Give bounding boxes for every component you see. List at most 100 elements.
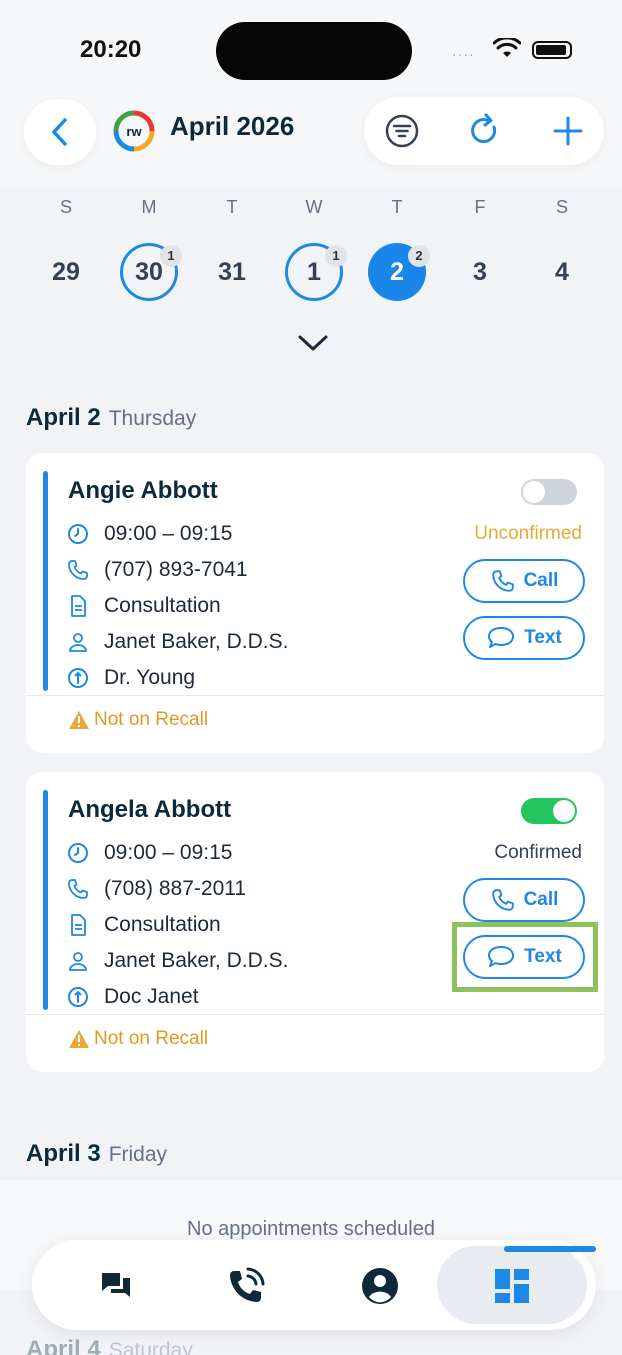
phone-row: (708) 887-2011: [66, 877, 246, 901]
appointment-count-badge: 2: [408, 245, 430, 267]
text-label: Text: [524, 627, 562, 648]
chevron-down-icon[interactable]: [297, 333, 329, 353]
divider: [26, 695, 604, 696]
section-date: April 2: [26, 404, 101, 431]
phone-number: (707) 893-7041: [104, 558, 248, 581]
appointment-type: Consultation: [104, 594, 221, 617]
weekday-label: M: [141, 197, 157, 217]
document-icon: [71, 914, 86, 936]
confirm-toggle[interactable]: [521, 479, 577, 505]
clock-icon: [68, 524, 88, 544]
section-weekday: Friday: [108, 1143, 168, 1166]
page-title: April 2026: [170, 111, 295, 141]
confirmation-status: Confirmed: [494, 842, 582, 863]
empty-state-text: No appointments scheduled: [187, 1218, 435, 1240]
date-29[interactable]: 29: [37, 243, 95, 301]
phone-number: (708) 887-2011: [104, 877, 247, 900]
plus-icon: [553, 116, 583, 146]
tab-messages[interactable]: [92, 1262, 140, 1310]
phone-icon: [68, 560, 88, 580]
appointment-time: 09:00 – 09:15: [104, 841, 233, 864]
patient-name: Angela Abbott: [68, 796, 232, 823]
person-icon: [69, 633, 87, 652]
account-circle-icon: [362, 1268, 398, 1304]
provider-row: Janet Baker, D.D.S.: [66, 630, 288, 654]
person-icon: [69, 952, 87, 971]
warning-icon: [69, 1030, 89, 1048]
back-button[interactable]: [24, 99, 96, 165]
operator-name: Dr. Young: [104, 666, 196, 689]
call-button[interactable]: Call: [463, 878, 585, 922]
section-weekday: Thursday: [108, 407, 197, 430]
chat-bubble-icon: [488, 627, 515, 648]
operator-row: Dr. Young: [66, 666, 195, 690]
status-time: 20:20: [80, 36, 142, 63]
phone-signal-icon: [230, 1267, 265, 1302]
wifi-icon: [493, 38, 521, 57]
appointment-type: Consultation: [104, 913, 221, 936]
battery-icon: [532, 41, 572, 59]
dashboard-icon: [495, 1269, 529, 1303]
time-row: 09:00 – 09:15: [66, 522, 232, 546]
operator-row: Doc Janet: [66, 985, 199, 1009]
add-appointment-button[interactable]: [548, 111, 588, 151]
phone-row: (707) 893-7041: [66, 558, 248, 582]
header-actions: [364, 97, 604, 165]
refresh-icon: [471, 113, 497, 144]
refresh-button[interactable]: [465, 111, 505, 151]
appointment-time: 09:00 – 09:15: [104, 522, 233, 545]
confirmation-status: Unconfirmed: [474, 523, 582, 544]
type-row: Consultation: [66, 913, 221, 937]
time-row: 09:00 – 09:15: [66, 841, 232, 865]
appointment-count-badge: 1: [325, 245, 347, 267]
appointment-card[interactable]: Angie Abbott Unconfirmed 09:00 – 09:15 (…: [26, 453, 604, 753]
weekday-label: F: [474, 197, 486, 217]
section-date: April 4: [26, 1336, 101, 1355]
card-accent-bar: [43, 790, 48, 1010]
confirm-toggle[interactable]: [521, 798, 577, 824]
card-accent-bar: [43, 471, 48, 691]
section-weekday: Saturday: [108, 1339, 193, 1355]
tab-profile[interactable]: [356, 1262, 404, 1310]
recall-status: Not on Recall: [68, 709, 208, 731]
section-heading: April 3 Friday: [26, 1140, 167, 1168]
svg-text:rw: rw: [126, 124, 142, 139]
bottom-navigation: [32, 1240, 596, 1330]
phone-icon: [491, 570, 514, 592]
info-circle-icon: [68, 668, 88, 688]
date-31[interactable]: 31: [203, 243, 261, 301]
warning-icon: [69, 711, 89, 729]
tab-dashboard[interactable]: [488, 1262, 536, 1310]
filter-icon: [385, 114, 419, 148]
weekday-label: S: [59, 197, 72, 217]
text-button[interactable]: Text: [463, 616, 585, 660]
patient-name: Angie Abbott: [68, 477, 218, 504]
call-label: Call: [523, 570, 559, 591]
chat-icon: [102, 1273, 130, 1297]
document-icon: [71, 595, 86, 617]
divider: [26, 1014, 604, 1015]
info-circle-icon: [68, 987, 88, 1007]
weekday-label: T: [226, 197, 238, 217]
type-row: Consultation: [66, 594, 221, 618]
section-date: April 3: [26, 1140, 101, 1167]
active-tab-indicator: [504, 1246, 596, 1252]
date-3[interactable]: 3: [451, 243, 509, 301]
phone-icon: [68, 879, 88, 899]
clock-icon: [68, 843, 88, 863]
call-label: Call: [523, 889, 559, 910]
weekday-label: W: [305, 197, 323, 217]
date-4[interactable]: 4: [533, 243, 591, 301]
provider-name: Janet Baker, D.D.S.: [104, 949, 289, 972]
signal-icon: ····: [452, 46, 475, 62]
provider-name: Janet Baker, D.D.S.: [104, 630, 289, 653]
status-bar: 20:20 ····: [0, 0, 622, 100]
app-header: rw April 2026: [0, 95, 622, 185]
tab-calls[interactable]: [222, 1262, 270, 1310]
chevron-left-icon: [52, 118, 67, 146]
filter-button[interactable]: [382, 111, 422, 151]
call-button[interactable]: Call: [463, 559, 585, 603]
weekday-label: T: [391, 197, 403, 217]
section-heading: April 4 Saturday: [26, 1336, 193, 1355]
weekday-label: S: [555, 197, 568, 217]
